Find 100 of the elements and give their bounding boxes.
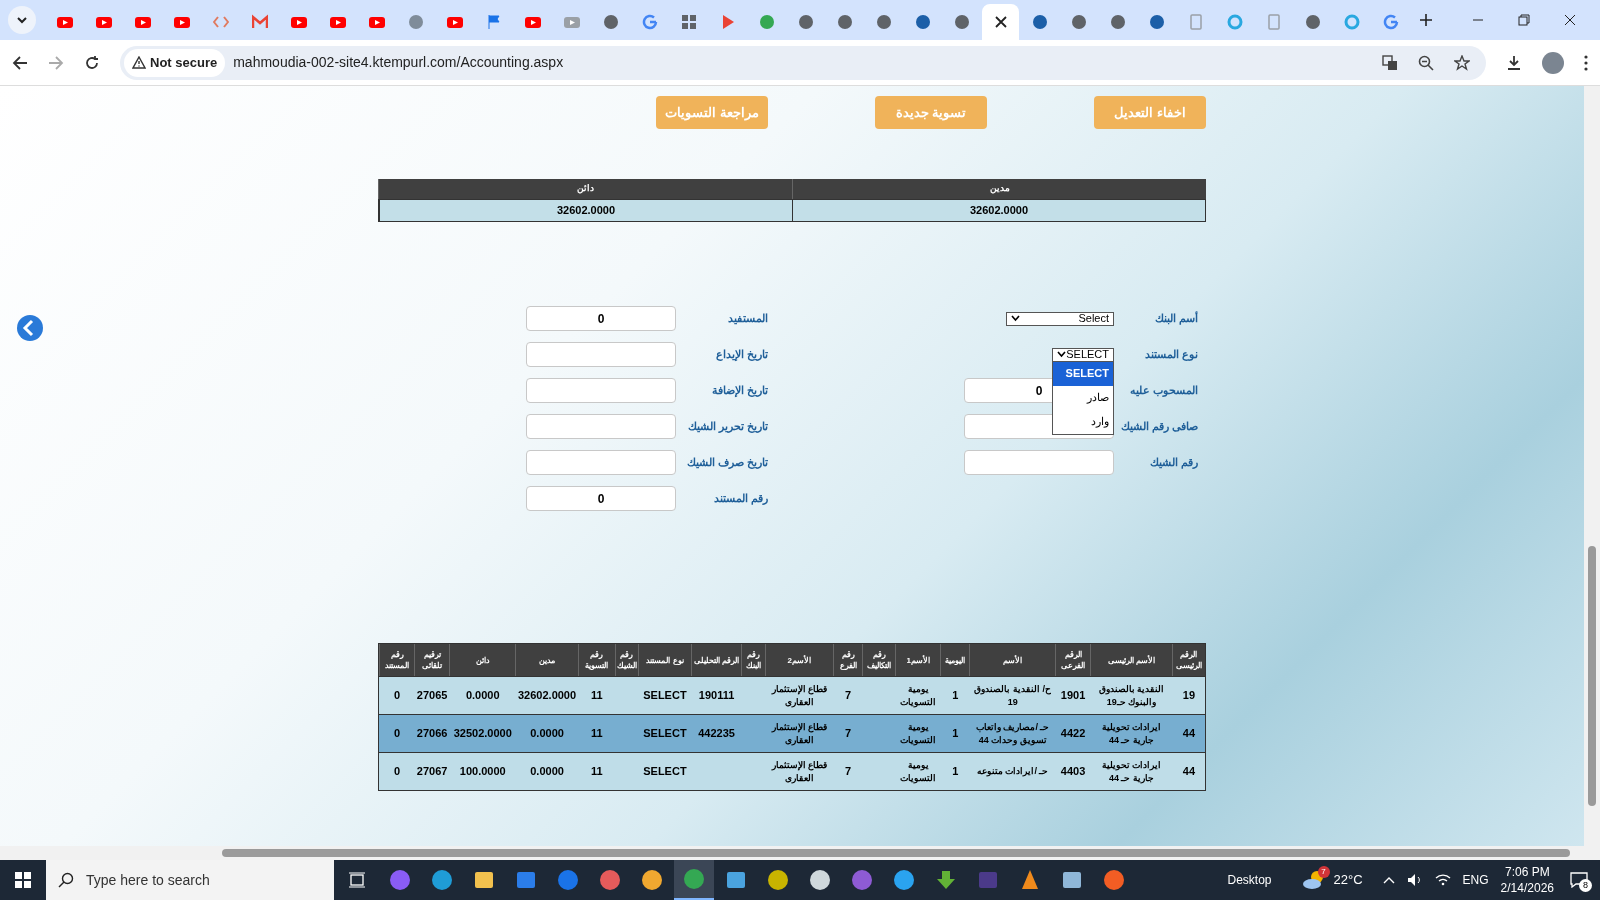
- field-label: رقم الشيك: [1149, 455, 1198, 471]
- table-cell-text: يومية التسويات: [899, 682, 938, 709]
- field-label: تاريخ الإضافة: [711, 383, 768, 399]
- table-cell-text: يومية التسويات: [899, 758, 938, 785]
- speaker-icon[interactable]: [1406, 873, 1423, 887]
- download-icon[interactable]: [1506, 54, 1522, 71]
- table-cell-text: 0: [394, 764, 401, 780]
- url-text: mahmoudia-002-site4.ktempurl.com/Accounting.aspx: [233, 53, 564, 72]
- text-field[interactable]: [526, 414, 676, 439]
- table-cell-text: ايرادات تحويلية جارية حـ 44: [1100, 720, 1163, 747]
- app-icon: [809, 869, 831, 891]
- select-field[interactable]: SELECT: [1052, 347, 1114, 362]
- table-cell-text: 11: [590, 726, 603, 742]
- video-play-icon: [368, 14, 385, 30]
- app-icon: [725, 869, 747, 891]
- table-cell-text: 7: [844, 726, 852, 742]
- translate-icon[interactable]: [1382, 54, 1398, 71]
- video-icon: [563, 14, 580, 30]
- table-cell-text: SELECT: [643, 764, 687, 780]
- table-cell-text: 27066: [416, 726, 448, 742]
- table-cell-text: 19: [1182, 688, 1196, 704]
- text-field[interactable]: 0: [526, 306, 676, 331]
- security-chip[interactable]: Not secure: [124, 48, 226, 77]
- dropdown-option[interactable]: SELECT: [1053, 361, 1113, 386]
- chevron-down-icon: [1011, 315, 1020, 322]
- language-indicator[interactable]: ENG: [1462, 871, 1489, 889]
- cloud-sun-icon[interactable]: [1301, 870, 1326, 890]
- notification-count: 8: [1579, 879, 1592, 892]
- table-cell: 32602.0000: [379, 200, 792, 221]
- flag-icon: [485, 14, 502, 30]
- app-icon: [431, 869, 453, 891]
- app-icon: [977, 869, 999, 891]
- field-label: رقم المستند: [713, 491, 768, 507]
- video-play-icon: [56, 14, 73, 30]
- scroll-thumb[interactable]: [1588, 546, 1596, 806]
- table-cell-text: النقدية بالصندوق والبنوك حـ19: [1097, 682, 1166, 709]
- text-field[interactable]: 0: [526, 486, 676, 511]
- text-field[interactable]: [526, 378, 676, 403]
- desktop-label[interactable]: Desktop: [1227, 871, 1272, 889]
- close-icon[interactable]: [1564, 14, 1576, 26]
- text-field[interactable]: [526, 342, 676, 367]
- chevron-up-icon[interactable]: [1382, 876, 1395, 884]
- table-cell-text: 442235: [698, 726, 735, 742]
- code-icon: [212, 14, 229, 30]
- close-icon: [994, 16, 1007, 28]
- new-tab-icon[interactable]: [1419, 13, 1433, 27]
- menu-icon[interactable]: [1584, 54, 1588, 71]
- wifi-icon[interactable]: [1434, 874, 1451, 886]
- table-cell-text: 32502.0000: [453, 726, 512, 742]
- address-bar[interactable]: Not secure mahmoudia-002-site4.ktempurl.com/Accounting.aspx: [120, 45, 1486, 80]
- app-icon: [1019, 869, 1041, 891]
- warning-icon: [132, 56, 146, 69]
- g-logo-icon: [1382, 14, 1399, 30]
- tab-search-button[interactable]: [8, 6, 36, 34]
- grid-icon: [680, 14, 697, 30]
- video-play-icon: [290, 14, 307, 30]
- notification-icon[interactable]: [1570, 872, 1588, 888]
- select-value: Select: [1078, 311, 1109, 327]
- star-icon[interactable]: [1454, 54, 1470, 71]
- table-cell-text: 44: [1182, 764, 1196, 780]
- back-arrow-icon[interactable]: [12, 54, 28, 71]
- table-cell-text: 44: [1182, 726, 1196, 742]
- chevron-down-icon: [1057, 351, 1066, 358]
- search-placeholder: Type here to search: [86, 870, 210, 890]
- windows-logo-icon[interactable]: [15, 872, 31, 888]
- back-circle-icon[interactable]: [16, 314, 44, 342]
- document-icon: [1265, 14, 1282, 30]
- table-cell: 32602.0000: [792, 200, 1205, 221]
- table-cell-text: 0.0000: [465, 688, 500, 704]
- restore-icon[interactable]: [1518, 14, 1530, 26]
- table-cell: حـ /ايرادات متنوعه: [976, 765, 1049, 778]
- text-field[interactable]: [964, 450, 1114, 475]
- taskbar-search-field[interactable]: Type here to search: [46, 860, 334, 900]
- table-cell-text: ايرادات تحويلية جارية حـ 44: [1100, 758, 1163, 785]
- table-cell-text: SELECT: [643, 688, 687, 704]
- app-icon: [389, 869, 411, 891]
- app-icon: [935, 869, 957, 891]
- profile-avatar[interactable]: [1542, 51, 1564, 74]
- table-cell-text: 0.0000: [530, 726, 564, 742]
- video-play-icon: [446, 14, 463, 30]
- vertical-scrollbar[interactable]: [1584, 86, 1600, 846]
- table-cell-text: 4422: [1060, 726, 1086, 742]
- app-icon: [599, 869, 621, 891]
- g-logo-icon: [641, 14, 658, 30]
- text-field[interactable]: [526, 450, 676, 475]
- reload-icon[interactable]: [84, 54, 100, 71]
- select-field[interactable]: Select: [1006, 311, 1114, 326]
- field-label: المسحوب عليه: [1129, 383, 1198, 399]
- table-cell-text: SELECT: [643, 726, 687, 742]
- app-icon: [683, 868, 705, 890]
- ring-icon: [1226, 14, 1243, 30]
- video-play-icon: [134, 14, 151, 30]
- taskbar-app[interactable]: [674, 860, 714, 900]
- field-label: نوع المستند: [1144, 347, 1198, 363]
- scroll-thumb[interactable]: [222, 849, 1570, 857]
- task-view-icon[interactable]: [348, 872, 366, 888]
- dot-icon: [758, 14, 775, 30]
- zoom-icon[interactable]: [1418, 54, 1434, 71]
- horizontal-scrollbar[interactable]: [0, 846, 1600, 860]
- browser-tab[interactable]: [982, 4, 1019, 40]
